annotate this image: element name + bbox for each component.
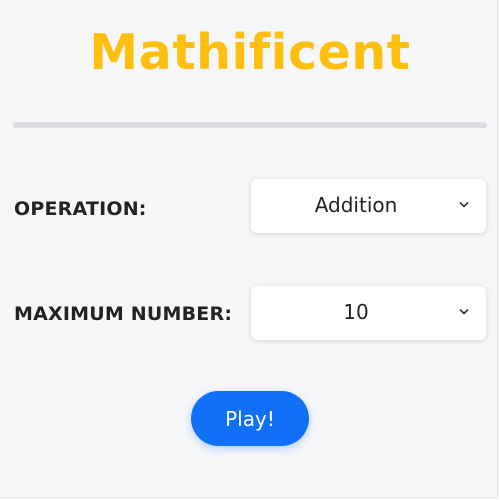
game-setup-panel: Mathificent OPERATION: Addition MAXIMUM …	[0, 0, 498, 498]
maximum-number-label: MAXIMUM NUMBER:	[14, 303, 233, 325]
maximum-number-select[interactable]: 10	[251, 286, 486, 340]
operation-selected-value: Addition	[314, 193, 398, 217]
chevron-down-icon	[459, 309, 469, 315]
operation-label: OPERATION:	[14, 198, 147, 220]
chevron-down-icon	[459, 202, 469, 208]
play-button[interactable]: Play!	[191, 391, 309, 446]
operation-select[interactable]: Addition	[251, 179, 486, 233]
divider	[13, 122, 487, 128]
app-title: Mathificent	[89, 24, 411, 81]
maximum-number-selected-value: 10	[343, 300, 369, 324]
